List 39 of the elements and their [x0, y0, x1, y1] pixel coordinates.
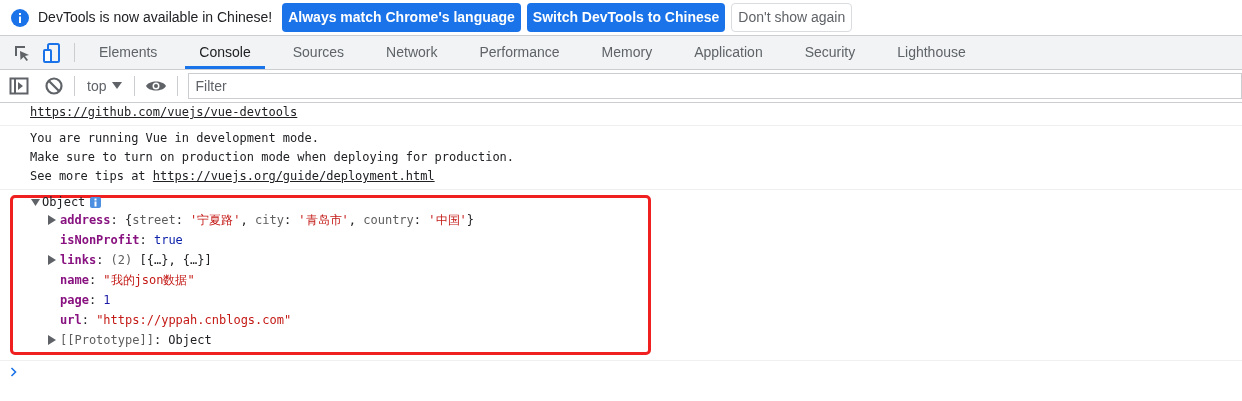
infobar-button[interactable]: Always match Chrome's language	[282, 3, 521, 32]
property-line: name: "我的json数据"	[60, 272, 195, 289]
log-text: You are running Vue in development mode.	[30, 131, 319, 145]
property-line: links: (2) [{…}, {…}]	[60, 252, 212, 269]
infobar-button[interactable]: Switch DevTools to Chinese	[526, 3, 726, 32]
panel-tab[interactable]: Console	[185, 36, 265, 69]
property-line: isNonProfit: true	[60, 232, 183, 249]
property-line: page: 1	[60, 292, 111, 309]
log-text: Make sure to turn on production mode when deploying for production.	[30, 150, 515, 164]
panel-tab[interactable]: Network	[372, 36, 452, 69]
context-selector[interactable]: top	[85, 75, 125, 97]
prompt-chevron-icon[interactable]	[10, 367, 18, 377]
sidebar-toggle-icon[interactable]	[8, 75, 30, 97]
clear-console-icon[interactable]	[44, 76, 64, 96]
device-toolbar-icon[interactable]	[42, 42, 62, 63]
expanded-triangle-icon[interactable]	[31, 197, 40, 207]
panel-tab[interactable]: Lighthouse	[883, 36, 980, 69]
collapsed-triangle-icon[interactable]	[48, 335, 56, 345]
panel-tab[interactable]: Security	[790, 36, 870, 69]
panel-tab[interactable]: Performance	[465, 36, 574, 69]
panel-tab[interactable]: Sources	[278, 36, 359, 69]
collapsed-triangle-icon[interactable]	[48, 255, 56, 265]
info-icon	[10, 7, 30, 28]
infobar-message: DevTools is now available in Chinese!	[38, 8, 273, 27]
log-text: See more tips at	[30, 169, 147, 183]
object-label[interactable]: Object	[42, 193, 86, 211]
property-line: [[Prototype]]: Object	[60, 332, 212, 349]
log-link[interactable]: https://vuejs.org/guide/deployment.html	[152, 169, 435, 183]
dropdown-arrow-icon	[112, 82, 123, 90]
panel-tab[interactable]: Elements	[85, 36, 172, 69]
collapsed-triangle-icon[interactable]	[48, 215, 56, 225]
info-badge-icon	[90, 196, 102, 208]
panel-tab[interactable]: Application	[680, 36, 777, 69]
dismiss-button[interactable]: Don't show again	[731, 3, 853, 32]
property-line: address: {street: '宁夏路', city: '青岛市', country: '中国'}	[60, 212, 474, 229]
filter-field[interactable]: Filter	[188, 73, 1242, 99]
log-link[interactable]: https://github.com/vuejs/vue-devtools	[30, 105, 298, 119]
property-line: url: "https://yppah.cnblogs.com"	[60, 312, 292, 329]
panel-tab[interactable]: Memory	[587, 36, 667, 69]
